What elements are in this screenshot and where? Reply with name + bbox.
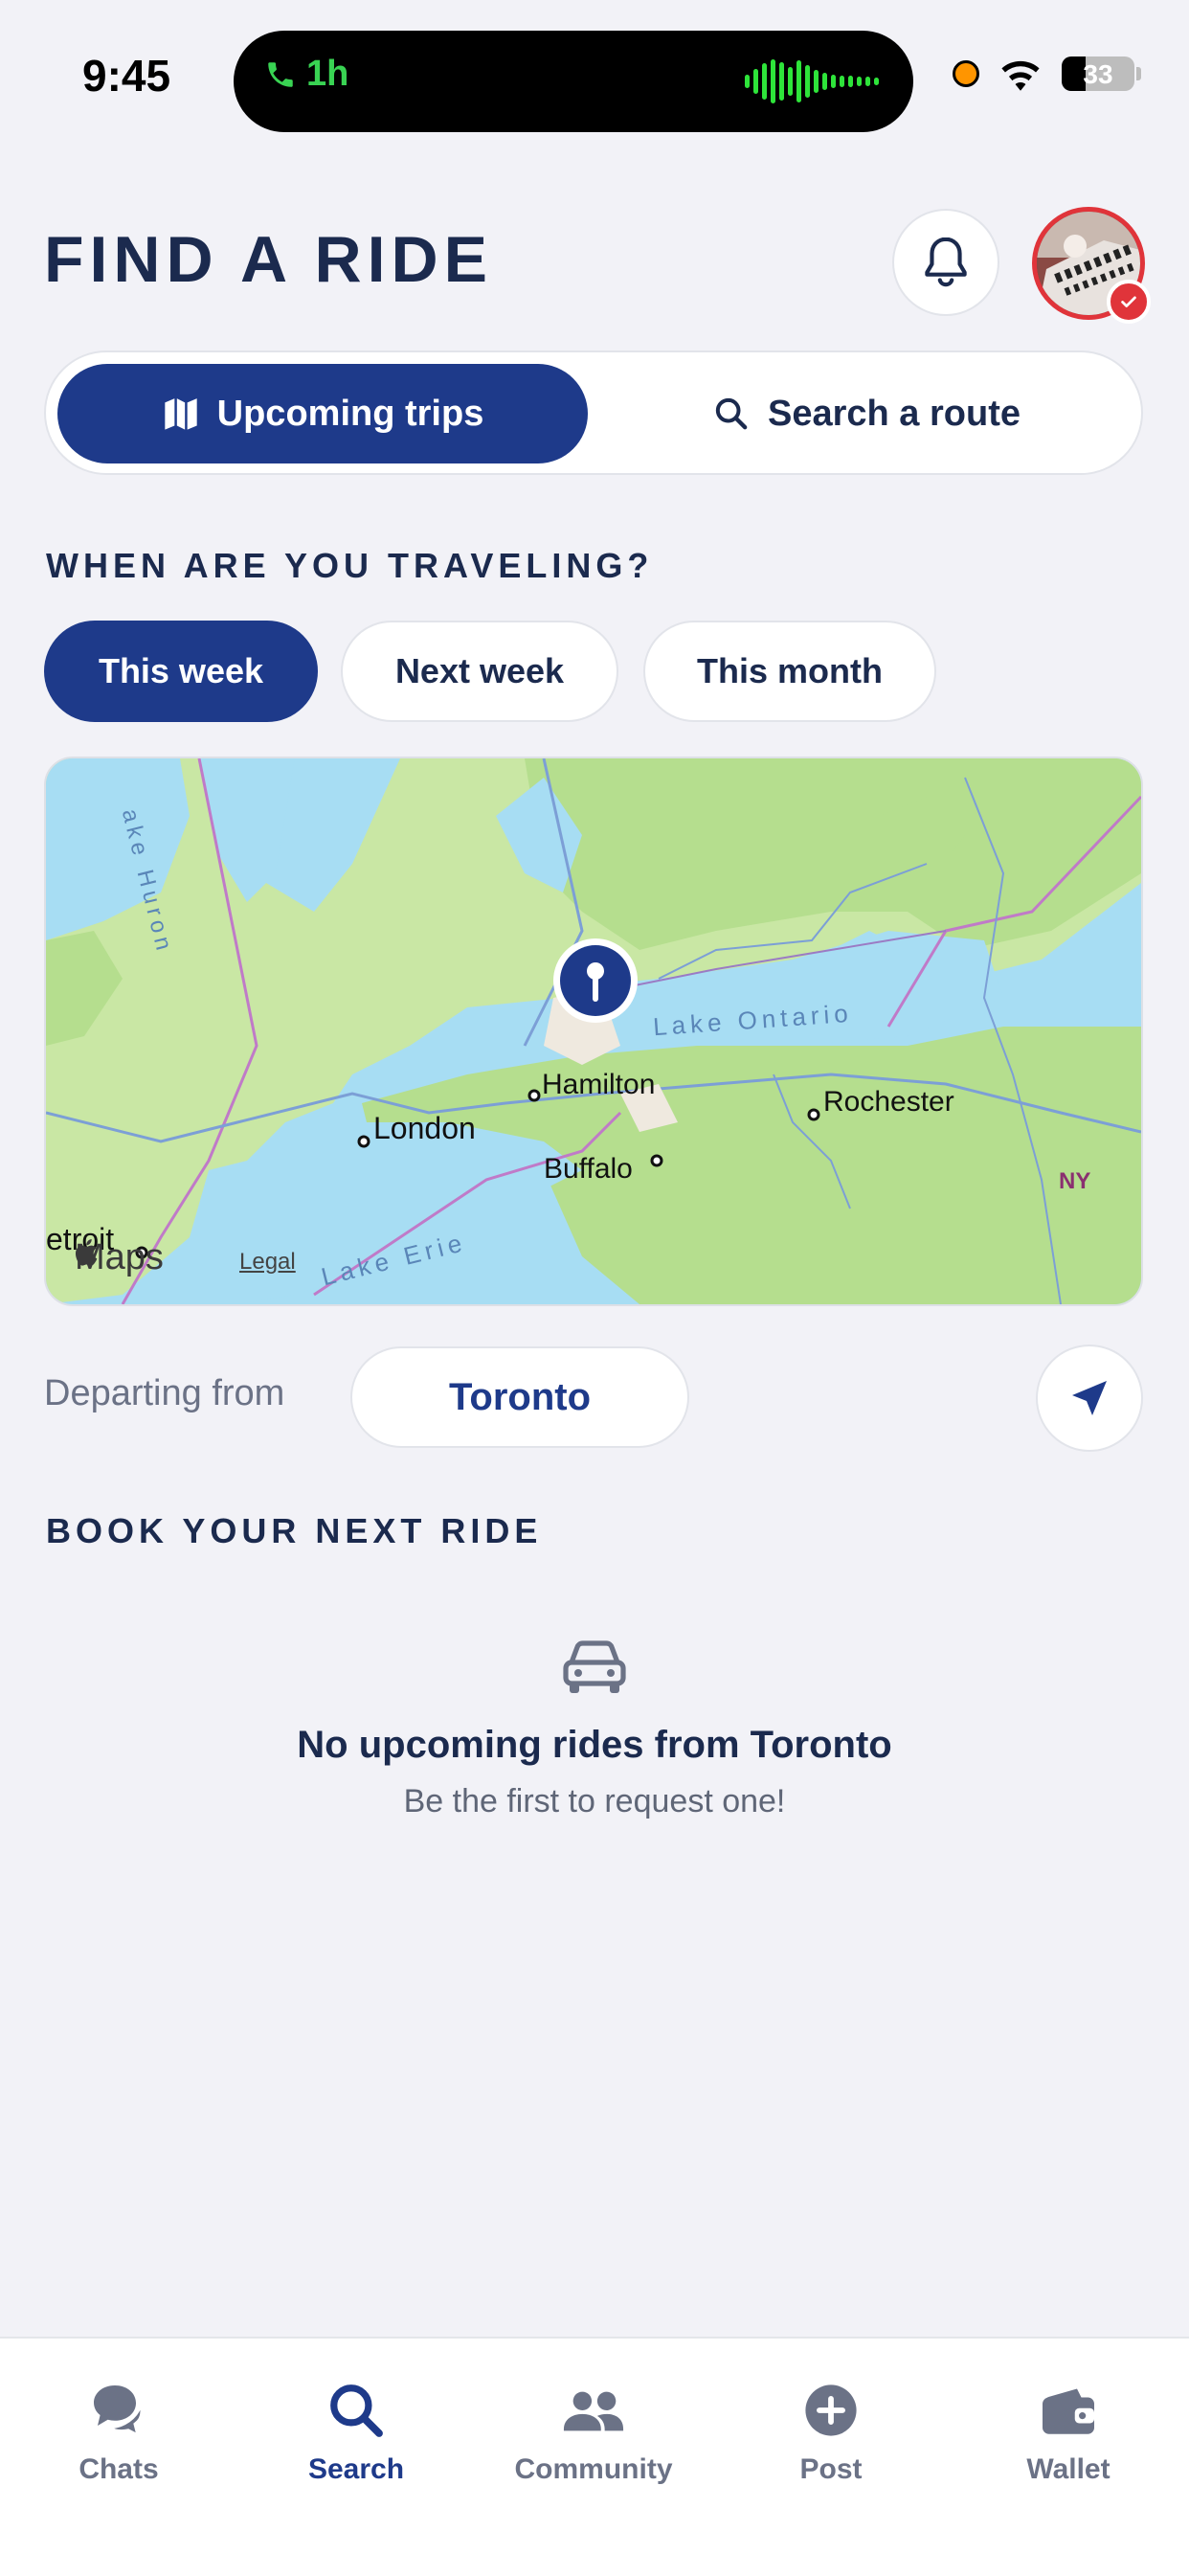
tab-post[interactable]: Post [712, 2377, 950, 2486]
current-location-button[interactable] [1036, 1344, 1143, 1452]
battery-icon: 33 [1062, 56, 1141, 91]
departure-city-button[interactable]: Toronto [350, 1346, 689, 1448]
tab-bar: Chats Search Community Post Wallet [0, 2337, 1189, 2576]
recording-dot-icon [953, 60, 979, 87]
map-label-buffalo: Buffalo [544, 1153, 633, 1185]
status-time: 9:45 [82, 51, 171, 101]
search-route-button[interactable]: Search a route [601, 364, 1132, 463]
tab-label: Wallet [1026, 2453, 1110, 2485]
wifi-icon [1001, 60, 1040, 91]
page-title: FIND A RIDE [44, 223, 493, 296]
empty-state-subtitle: Be the first to request one! [403, 1783, 786, 1819]
when-traveling-heading: WHEN ARE YOU TRAVELING? [46, 546, 654, 585]
maps-attribution: Maps [75, 1237, 164, 1278]
tab-search[interactable]: Search [237, 2377, 475, 2486]
map-icon [164, 398, 197, 430]
search-icon [323, 2377, 390, 2444]
map-label-hamilton: Hamilton [542, 1069, 656, 1100]
book-next-ride-heading: BOOK YOUR NEXT RIDE [46, 1511, 543, 1550]
checkmark-icon [1121, 296, 1136, 307]
map-view[interactable]: Hamilton London Rochester Buffalo etroit… [44, 757, 1143, 1306]
tab-community[interactable]: Community [475, 2377, 712, 2486]
map-canvas [46, 758, 1141, 1304]
wallet-icon [1035, 2377, 1102, 2444]
plus-circle-icon [797, 2377, 864, 2444]
chat-bubbles-icon [85, 2377, 152, 2444]
notifications-button[interactable] [892, 209, 999, 316]
location-arrow-icon [1072, 1381, 1107, 1415]
tab-wallet[interactable]: Wallet [950, 2377, 1187, 2486]
phone-icon [268, 61, 293, 87]
map-legal-link[interactable]: Legal [239, 1249, 296, 1276]
battery-level: 33 [1083, 59, 1113, 89]
tab-label: Post [799, 2453, 863, 2485]
search-route-label: Search a route [768, 393, 1021, 434]
upcoming-trips-label: Upcoming trips [216, 393, 484, 434]
upcoming-trips-button[interactable]: Upcoming trips [57, 364, 588, 463]
trip-mode-toggle: Upcoming trips Search a route [44, 350, 1143, 475]
audio-waveform-icon [745, 59, 879, 103]
map-label-rochester: Rochester [823, 1086, 954, 1118]
people-icon [560, 2377, 627, 2444]
tab-label: Chats [79, 2453, 159, 2485]
this-month-pill[interactable]: This month [643, 621, 936, 722]
dynamic-island[interactable]: 1h [234, 31, 913, 132]
tab-label: Community [514, 2453, 673, 2485]
tab-chats[interactable]: Chats [0, 2377, 237, 2486]
call-indicator: 1h [264, 54, 348, 95]
bell-icon [925, 237, 967, 287]
next-week-pill[interactable]: Next week [341, 621, 618, 722]
this-week-pill[interactable]: This week [44, 621, 318, 722]
call-duration: 1h [306, 54, 349, 94]
map-label-state: NY [1059, 1168, 1091, 1194]
car-icon [560, 1639, 629, 1702]
verified-badge [1107, 280, 1151, 324]
map-label-london: London [373, 1111, 476, 1145]
empty-state-title: No upcoming rides from Toronto [297, 1724, 892, 1766]
search-icon [715, 397, 748, 430]
departing-label: Departing from [44, 1373, 285, 1413]
apple-logo-icon [75, 1239, 98, 1266]
tab-label: Search [307, 2453, 405, 2485]
status-indicators: 33 [953, 56, 1141, 92]
